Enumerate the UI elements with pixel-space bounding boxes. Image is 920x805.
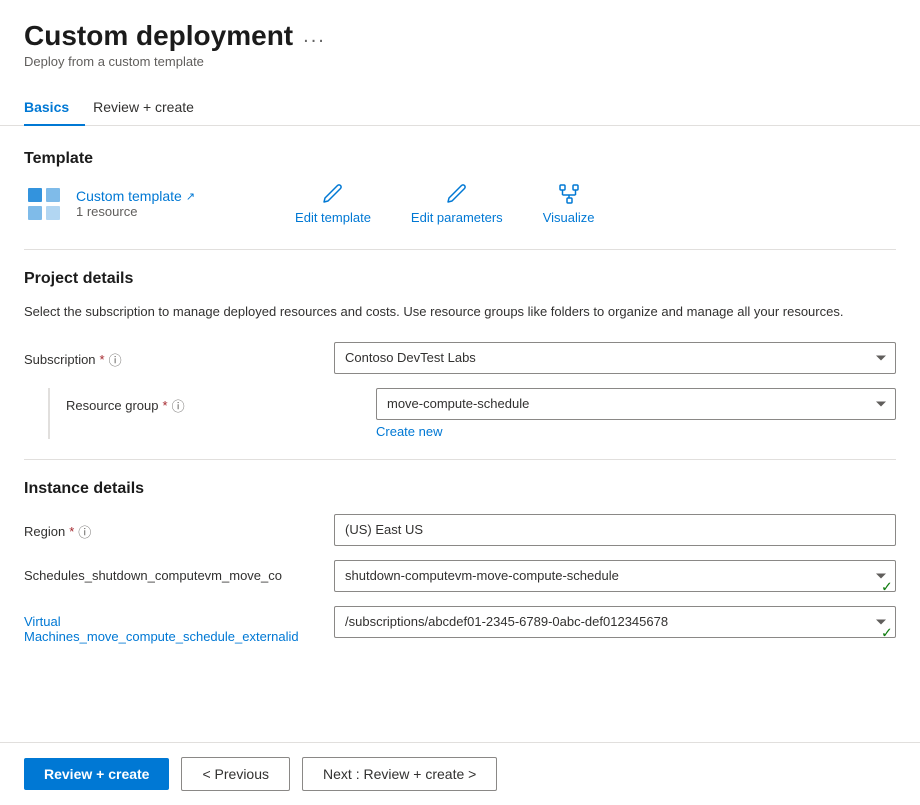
resource-group-row: Resource group * ⓘ move-compute-schedule… <box>66 388 896 439</box>
region-row: Region * ⓘ (US) East US <box>24 514 896 546</box>
edit-template-button[interactable]: Edit template <box>295 182 371 225</box>
section-divider <box>24 249 896 250</box>
resource-group-control: move-compute-schedule Create new <box>376 388 896 439</box>
title-text: Custom deployment <box>24 20 293 52</box>
template-section: Template Custom template ↗ <box>24 150 896 225</box>
virtual-label-text2: Machines_move_compute_schedule_externali… <box>24 629 299 644</box>
resource-group-required: * <box>163 398 168 413</box>
virtual-label-text: Virtual <box>24 614 61 629</box>
project-details-title: Project details <box>24 270 896 288</box>
region-label: Region * ⓘ <box>24 514 334 541</box>
region-input[interactable]: (US) East US <box>334 514 896 546</box>
subscription-info-icon[interactable]: ⓘ <box>109 350 122 369</box>
virtual-row: Virtual Machines_move_compute_schedule_e… <box>24 606 896 644</box>
template-row: Custom template ↗ 1 resource Edit templa… <box>24 182 896 225</box>
resource-group-label: Resource group * ⓘ <box>66 388 376 415</box>
subscription-select[interactable]: Contoso DevTest Labs <box>334 342 896 374</box>
template-actions: Edit template Edit parameters <box>295 182 594 225</box>
subscription-control: Contoso DevTest Labs <box>334 342 896 374</box>
previous-button[interactable]: < Previous <box>181 757 290 791</box>
subscription-required: * <box>100 352 105 367</box>
template-resource-count: 1 resource <box>76 204 195 219</box>
subscription-select-wrapper: Contoso DevTest Labs <box>334 342 896 374</box>
template-info: Custom template ↗ 1 resource <box>24 184 195 224</box>
instance-details-section: Instance details Region * ⓘ (US) East US… <box>24 480 896 644</box>
instance-divider <box>24 459 896 460</box>
project-description: Select the subscription to manage deploy… <box>24 302 896 322</box>
external-link-icon: ↗ <box>186 190 195 203</box>
main-content: Template Custom template ↗ <box>0 126 920 678</box>
subscription-label: Subscription * ⓘ <box>24 342 334 369</box>
schedules-select-wrapper: shutdown-computevm-move-compute-schedule <box>334 560 896 592</box>
schedules-select[interactable]: shutdown-computevm-move-compute-schedule <box>334 560 896 592</box>
virtual-control: /subscriptions/abcdef01-2345-6789-0abc-d… <box>334 606 896 638</box>
tabs-bar: Basics Review + create <box>0 89 920 126</box>
template-grid-icon <box>24 184 64 224</box>
visualize-button[interactable]: Visualize <box>543 182 595 225</box>
resource-group-info-icon[interactable]: ⓘ <box>172 396 185 415</box>
virtual-select[interactable]: /subscriptions/abcdef01-2345-6789-0abc-d… <box>334 606 896 638</box>
resource-group-select[interactable]: move-compute-schedule <box>376 388 896 420</box>
region-required: * <box>69 524 74 539</box>
region-control: (US) East US <box>334 514 896 546</box>
next-button[interactable]: Next : Review + create > <box>302 757 497 791</box>
schedules-label: Schedules_shutdown_computevm_move_co <box>24 560 334 583</box>
create-new-link[interactable]: Create new <box>376 424 896 439</box>
resource-group-indent: Resource group * ⓘ move-compute-schedule… <box>48 388 896 439</box>
review-create-button[interactable]: Review + create <box>24 758 169 790</box>
schedules-row: Schedules_shutdown_computevm_move_co shu… <box>24 560 896 592</box>
template-section-title: Template <box>24 150 896 168</box>
project-details-section: Project details Select the subscription … <box>24 270 896 439</box>
tab-review-create[interactable]: Review + create <box>93 89 210 125</box>
page-subtitle: Deploy from a custom template <box>24 54 896 69</box>
region-info-icon[interactable]: ⓘ <box>78 522 91 541</box>
instance-details-title: Instance details <box>24 480 896 498</box>
virtual-select-wrapper: /subscriptions/abcdef01-2345-6789-0abc-d… <box>334 606 896 638</box>
edit-parameters-button[interactable]: Edit parameters <box>411 182 503 225</box>
footer: Review + create < Previous Next : Review… <box>0 742 920 805</box>
subscription-row: Subscription * ⓘ Contoso DevTest Labs <box>24 342 896 374</box>
tab-basics[interactable]: Basics <box>24 89 85 125</box>
virtual-label: Virtual Machines_move_compute_schedule_e… <box>24 606 334 644</box>
page-header: Custom deployment ... Deploy from a cust… <box>0 0 920 81</box>
schedules-control: shutdown-computevm-move-compute-schedule <box>334 560 896 592</box>
resource-group-select-wrapper: move-compute-schedule <box>376 388 896 420</box>
title-ellipsis[interactable]: ... <box>303 25 326 48</box>
template-link[interactable]: Custom template ↗ <box>76 188 195 204</box>
page-title: Custom deployment ... <box>24 20 896 52</box>
template-text: Custom template ↗ 1 resource <box>76 188 195 219</box>
